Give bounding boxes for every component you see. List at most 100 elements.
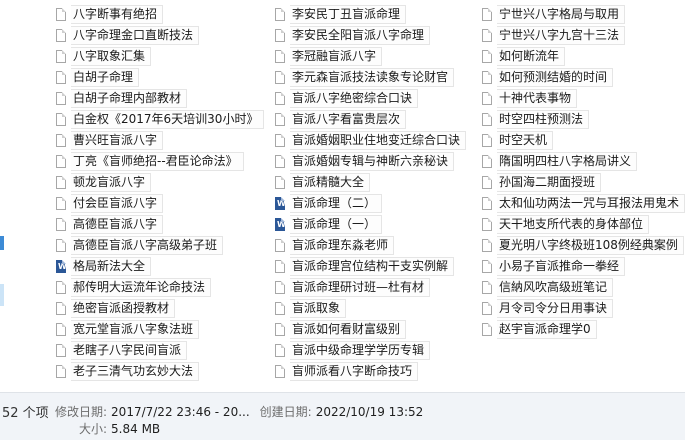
- file-icon: [56, 8, 66, 21]
- file-name: 盲派八字绝密综合口诀: [290, 89, 419, 108]
- file-name: 格局新法大全: [71, 257, 152, 276]
- file-icon: [56, 365, 66, 378]
- file-item[interactable]: 盲派八字绝密综合口诀: [275, 88, 466, 109]
- details-row-dates: 修改日期: 2017/7/22 23:46 - 20... 创建日期: 2022/10…: [55, 403, 423, 420]
- file-icon: [275, 281, 285, 294]
- file-icon: [56, 155, 66, 168]
- file-name: 夏光明八字终极班108例经典案例: [497, 236, 684, 255]
- file-name: 八字命理金口直断技法: [71, 26, 200, 45]
- file-item[interactable]: 八字取象汇集: [56, 46, 264, 67]
- file-item[interactable]: 高德臣盲派八字: [56, 214, 264, 235]
- file-name: 盲派八字看富贵层次: [290, 110, 407, 129]
- file-icon: [482, 155, 492, 168]
- file-item[interactable]: 信納风吹高级班笔记: [482, 277, 685, 298]
- file-item[interactable]: 八字命理金口直断技法: [56, 25, 264, 46]
- file-icon: [482, 239, 492, 252]
- file-icon: [275, 92, 285, 105]
- file-item[interactable]: 盲派八字看富贵层次: [275, 109, 466, 130]
- file-item[interactable]: 时空天机: [482, 130, 685, 151]
- file-item[interactable]: 郝传明大运流年论命技法: [56, 277, 264, 298]
- file-item[interactable]: 李安民全阳盲派八字命理: [275, 25, 466, 46]
- file-item[interactable]: 隋国明四柱八字格局讲义: [482, 151, 685, 172]
- file-icon: [56, 344, 66, 357]
- file-item[interactable]: 李元森盲派技法读象专论财官: [275, 67, 466, 88]
- file-item[interactable]: 太和仙功两法一咒与耳报法用鬼术: [482, 193, 685, 214]
- file-item[interactable]: 赵宇盲派命理学0: [482, 319, 685, 340]
- file-item[interactable]: 小易子盲派推命一拳经: [482, 256, 685, 277]
- file-icon: [275, 365, 285, 378]
- file-name: 盲派婚姻专辑与神断六亲秘诀: [290, 152, 455, 171]
- file-item[interactable]: 盲派命理宫位结构干支实例解: [275, 256, 466, 277]
- file-item[interactable]: 老瞎子八字民间盲派: [56, 340, 264, 361]
- file-name: 李元森盲派技法读象专论财官: [290, 68, 455, 87]
- file-item[interactable]: 盲派中级命理学学历专辑: [275, 340, 466, 361]
- word-document-icon: [56, 260, 67, 273]
- file-item[interactable]: 丁亮《盲师绝招--君臣论命法》: [56, 151, 264, 172]
- file-item[interactable]: 盲派如何看财富级别: [275, 319, 466, 340]
- file-name: 李冠融盲派八字: [290, 47, 383, 66]
- file-name: 曹兴旺盲派八字: [71, 131, 164, 150]
- file-item[interactable]: 如何断流年: [482, 46, 685, 67]
- file-name: 盲派精髓大全: [290, 173, 371, 192]
- file-item[interactable]: 月令司令分日用事诀: [482, 298, 685, 319]
- file-item[interactable]: 老子三清气功玄妙大法: [56, 361, 264, 382]
- file-item[interactable]: 盲派婚姻专辑与神断六亲秘诀: [275, 151, 466, 172]
- file-item[interactable]: 高德臣盲派八字高级弟子班: [56, 235, 264, 256]
- file-column-2: 李安民丁丑盲派命理 李安民全阳盲派八字命理 李冠融盲派八字李元森盲派技法读象专论财官…: [275, 4, 467, 382]
- file-name: 盲派命理东淼老师: [290, 236, 395, 255]
- file-name: 天干地支所代表的身体部位: [497, 215, 650, 234]
- file-name: 高德臣盲派八字高级弟子班: [71, 236, 224, 255]
- file-name: 如何预测结婚的时间: [497, 68, 614, 87]
- file-icon: [482, 218, 492, 231]
- file-item[interactable]: 盲派命理（二）: [275, 193, 466, 214]
- file-item[interactable]: 盲派取象: [275, 298, 466, 319]
- file-item[interactable]: 盲派精髓大全: [275, 172, 466, 193]
- file-item[interactable]: 时空四柱预测法: [482, 109, 685, 130]
- file-icon: [56, 323, 66, 336]
- file-item[interactable]: 宁世兴八字九宫十三法: [482, 25, 685, 46]
- file-icon: [482, 176, 492, 189]
- file-item[interactable]: 孙国海二期面授班: [482, 172, 685, 193]
- file-icon: [275, 344, 285, 357]
- file-item[interactable]: 白胡子命理内部教材: [56, 88, 264, 109]
- file-name: 老瞎子八字民间盲派: [71, 341, 188, 360]
- file-name: 月令司令分日用事诀: [497, 299, 614, 318]
- file-name: 盲派命理（一）: [290, 215, 383, 234]
- file-item[interactable]: 绝密盲派函授教材: [56, 298, 264, 319]
- file-item[interactable]: 十神代表事物: [482, 88, 685, 109]
- file-icon: [56, 176, 66, 189]
- file-item[interactable]: 顿龙盲派八字: [56, 172, 264, 193]
- file-item[interactable]: 八字断事有绝招: [56, 4, 264, 25]
- file-item[interactable]: 曹兴旺盲派八字: [56, 130, 264, 151]
- file-item[interactable]: 盲派婚姻职业住地变迁综合口诀: [275, 130, 467, 151]
- file-item[interactable]: 白金权《2017年6天培训30小时》: [56, 109, 265, 130]
- file-item[interactable]: 如何预测结婚的时间: [482, 67, 685, 88]
- file-item[interactable]: 付会臣盲派八字: [56, 193, 264, 214]
- file-name: 白胡子命理内部教材: [71, 89, 188, 108]
- file-icon: [56, 302, 66, 315]
- file-item[interactable]: 白胡子命理: [56, 67, 264, 88]
- file-icon: [275, 302, 285, 315]
- file-item[interactable]: 盲派命理东淼老师: [275, 235, 466, 256]
- file-item[interactable]: 盲派命理研讨班—杜有材: [275, 277, 466, 298]
- file-name: 李安民全阳盲派八字命理: [290, 26, 431, 45]
- file-item[interactable]: 格局新法大全: [56, 256, 264, 277]
- file-item[interactable]: 宁世兴八字格局与取用: [482, 4, 685, 25]
- file-icon: [482, 134, 492, 147]
- file-name: 盲派如何看财富级别: [290, 320, 407, 339]
- file-name: 孙国海二期面授班: [497, 173, 602, 192]
- file-item[interactable]: 夏光明八字终极班108例经典案例: [482, 235, 685, 256]
- file-icon: [275, 71, 285, 84]
- file-name: 绝密盲派函授教材: [71, 299, 176, 318]
- file-icon: [275, 239, 285, 252]
- file-icon: [482, 302, 492, 315]
- file-item[interactable]: 李安民丁丑盲派命理: [275, 4, 466, 25]
- file-item[interactable]: 盲派命理（一）: [275, 214, 466, 235]
- size-label: 大小:: [79, 422, 108, 436]
- file-item[interactable]: 李冠融盲派八字: [275, 46, 466, 67]
- modified-date-label: 修改日期:: [55, 405, 108, 419]
- file-item[interactable]: 盲师派看八字断命技巧: [275, 361, 466, 382]
- file-item[interactable]: 天干地支所代表的身体部位: [482, 214, 685, 235]
- created-date-label: 创建日期:: [259, 405, 312, 419]
- file-item[interactable]: 宽元堂盲派八字象法班: [56, 319, 264, 340]
